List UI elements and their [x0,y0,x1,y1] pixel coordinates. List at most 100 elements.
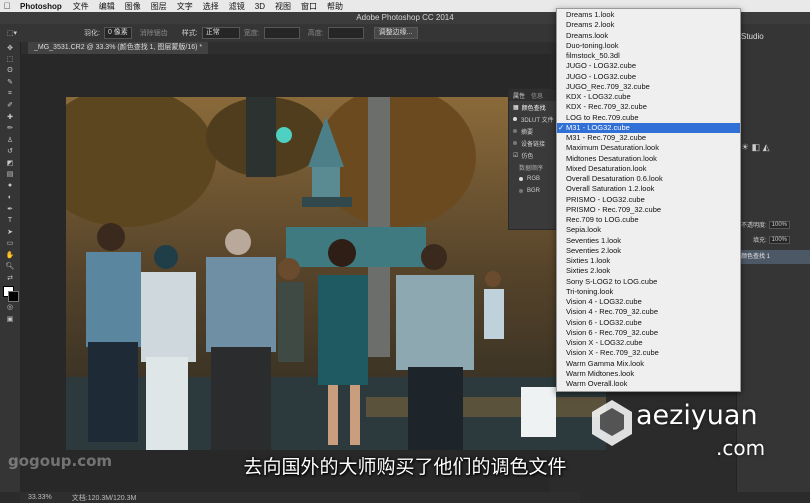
menu-3d[interactable]: 3D [250,2,270,11]
tools-panel: ✥ ⬚ ʘ ✎ ⌗ ✐ ✚ ✏ ♙ ↺ ◩ ▤ ● ◐ ✒ T ➤ ▭ ✋ 🔍︎… [0,42,21,492]
quick-select-tool-icon[interactable]: ✎ [0,77,20,89]
refine-edge-button[interactable]: 调整边缘... [373,27,418,39]
brush-tool-icon[interactable]: ✏ [0,123,20,135]
menu-help[interactable]: 帮助 [322,1,348,12]
menu-type[interactable]: 文字 [172,1,198,12]
lut-menu-item[interactable]: Dreams 2.look [557,20,740,30]
marquee-tool-icon[interactable]: ⬚ [0,54,20,66]
eraser-tool-icon[interactable]: ◩ [0,157,20,169]
menu-window[interactable]: 窗口 [296,1,322,12]
lut-menu-item[interactable]: Warm Gamma Mix.look [557,359,740,369]
type-tool-icon[interactable]: T [0,215,20,227]
menu-view[interactable]: 视图 [270,1,296,12]
move-tool-icon[interactable]: ✥ [0,42,20,54]
swap-colors-icon[interactable]: ⇄ [0,272,20,284]
history-brush-icon[interactable]: ↺ [0,146,20,158]
layer-row[interactable]: 颜色查找 1 [737,250,810,264]
checkbox-icon[interactable]: ☑ [513,152,518,159]
lut-menu-item-label: Tri-toning.look [566,286,614,296]
lut-menu-item[interactable]: JUGO - LOG32.cube [557,61,740,71]
lut-menu-item[interactable]: Overall Desaturation 0.6.look [557,174,740,184]
menu-select[interactable]: 选择 [198,1,224,12]
lut-menu-item-label: Warm Midtones.look [566,368,635,378]
feather-input[interactable]: 0 像素 [103,27,132,39]
lut-menu-item[interactable]: Rec.709 to LOG.cube [557,215,740,225]
menu-filter[interactable]: 滤镜 [224,1,250,12]
lut-menu-item-label: Rec.709 to LOG.cube [566,215,639,224]
lut-menu-item[interactable]: Maximum Desaturation.look [557,143,740,153]
menu-edit[interactable]: 编辑 [94,1,120,12]
lut-menu-item[interactable]: Sepia.look [557,225,740,235]
radio-icon[interactable] [513,129,517,133]
apple-icon[interactable]:  [0,1,14,11]
gradient-tool-icon[interactable]: ▤ [0,169,20,181]
opacity-input[interactable]: 100% [768,220,791,229]
screen-mode-icon[interactable]: ▣ [0,313,20,325]
lut-menu-item[interactable]: Vision 4 - LOG32.cube [557,297,740,307]
width-input[interactable] [263,27,300,39]
lut-menu-item[interactable]: Sony S-LOG2 to LOG.cube [557,277,740,287]
lut-menu-item[interactable]: KDX - LOG32.cube [557,92,740,102]
info-tab[interactable]: 信息 [531,91,543,100]
menu-layer[interactable]: 图层 [146,1,172,12]
lut-menu-item[interactable]: ✓ M31 - LOG32.cube [557,122,740,133]
healing-tool-icon[interactable]: ✚ [0,111,20,123]
lut-menu-item[interactable]: Vision X - LOG32.cube [557,338,740,348]
crop-tool-icon[interactable]: ⌗ [0,88,20,100]
lut-menu-item-label: Warm Overall.look [566,379,628,388]
marquee-tool-icon[interactable]: ⬚▾ [0,29,24,37]
zoom-readout[interactable]: 33.33% [28,494,52,501]
lut-menu-item[interactable]: LOG to Rec.709.cube [557,113,740,123]
radio-icon[interactable] [519,189,523,193]
radio-selected-icon[interactable] [519,177,523,181]
lut-menu-item[interactable]: Seventies 1.look [557,236,740,246]
lut-menu-item[interactable]: Midtones Desaturation.look [557,154,740,164]
lut-menu-item[interactable]: Dreams 1.look [557,10,740,20]
blur-tool-icon[interactable]: ● [0,180,20,192]
antialias-checkbox[interactable]: 消除锯齿 [140,28,168,38]
lut-menu-item[interactable]: Vision X - Rec.709_32.cube [557,348,740,358]
lut-menu-item[interactable]: Tri-toning.look [557,287,740,297]
color-swatches[interactable] [0,284,20,302]
lut-menu-item[interactable]: JUGO_Rec.709_32.cube [557,82,740,92]
adjustment-icons[interactable]: ☀ ◧ ◭ [741,142,770,153]
radio-icon[interactable] [513,141,517,145]
lut-menu-item[interactable]: Warm Midtones.look [557,369,740,379]
style-select[interactable]: 正常 [201,27,240,39]
dodge-tool-icon[interactable]: ◐ [0,192,20,204]
lut-menu-item[interactable]: PRISMO - LOG32.cube [557,195,740,205]
menu-file[interactable]: 文件 [68,1,94,12]
lut-menu-item[interactable]: Duo-toning.look [557,41,740,51]
lut-menu-item[interactable]: Seventies 2.look [557,246,740,256]
lut-menu-item[interactable]: Mixed Desaturation.look [557,164,740,174]
menu-app[interactable]: Photoshop [14,2,68,11]
eyedropper-tool-icon[interactable]: ✐ [0,100,20,112]
menu-image[interactable]: 图像 [120,1,146,12]
shape-tool-icon[interactable]: ▭ [0,238,20,250]
lut-menu-item[interactable]: JUGO - LOG32.cube [557,72,740,82]
pen-tool-icon[interactable]: ✒ [0,203,20,215]
lut-menu-item[interactable]: Dreams.look [557,31,740,41]
lut-menu-item[interactable]: KDX - Rec.709_32.cube [557,102,740,112]
lut-menu-item[interactable]: filmstock_50.3dl [557,51,740,61]
stamp-tool-icon[interactable]: ♙ [0,134,20,146]
path-select-tool-icon[interactable]: ➤ [0,226,20,238]
lut-menu-item[interactable]: Vision 6 - Rec.709_32.cube [557,328,740,338]
hand-tool-icon[interactable]: ✋ [0,249,20,261]
lut-menu-item[interactable]: M31 - Rec.709_32.cube [557,133,740,143]
fill-input[interactable]: 100% [768,235,791,244]
lut-menu-item[interactable]: Overall Saturation 1.2.look [557,184,740,194]
radio-selected-icon[interactable] [513,117,517,121]
zoom-tool-icon[interactable]: 🔍︎ [0,261,20,273]
lut-menu-item[interactable]: Vision 4 - Rec.709_32.cube [557,307,740,317]
lut-menu-item[interactable]: Warm Overall.look [557,379,740,389]
document-tab[interactable]: _MG_3531.CR2 @ 33.3% (颜色查找 1, 图层蒙版/16) * [28,42,209,54]
lut-menu-item[interactable]: Vision 6 - LOG32.cube [557,318,740,328]
lut-menu-item[interactable]: PRISMO - Rec.709_32.cube [557,205,740,215]
lut-menu-item[interactable]: Sixties 2.look [557,266,740,276]
height-input[interactable] [327,27,364,39]
properties-tab[interactable]: 属性 [513,91,525,100]
lut-menu-item[interactable]: Sixties 1.look [557,256,740,266]
quick-mask-icon[interactable]: ◎ [0,302,20,314]
lasso-tool-icon[interactable]: ʘ [0,65,20,77]
